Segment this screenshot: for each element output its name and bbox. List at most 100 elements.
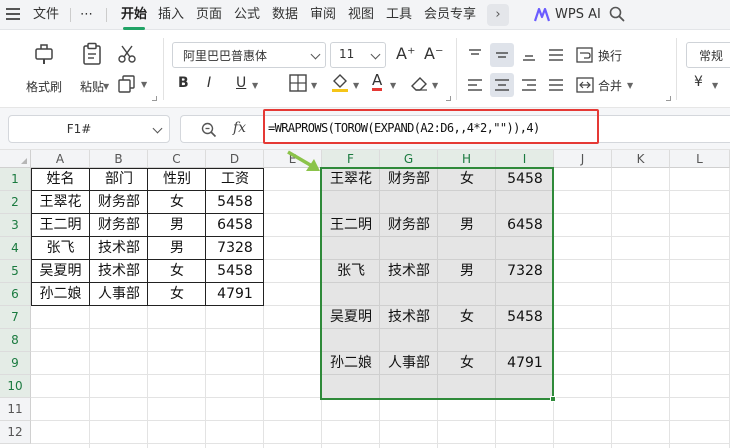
column-header-b[interactable]: B	[90, 150, 148, 168]
column-header-g[interactable]: G	[380, 150, 438, 168]
header-cell[interactable]: 性别	[148, 168, 206, 191]
zoom-search-icon[interactable]	[201, 122, 217, 138]
spill-cell[interactable]: 技术部	[380, 260, 438, 283]
align-top-icon[interactable]	[465, 45, 485, 65]
fill-color-dropdown-icon[interactable]: ▼	[353, 81, 359, 90]
fill-handle[interactable]	[550, 396, 556, 402]
table-cell[interactable]: 技术部	[90, 260, 148, 283]
currency-format-button[interactable]: ¥	[694, 74, 703, 90]
copy-dropdown-icon[interactable]: ▼	[141, 80, 147, 89]
spill-cell[interactable]: 王翠花	[322, 168, 380, 191]
column-header-f[interactable]: F	[322, 150, 380, 168]
spill-cell[interactable]: 4791	[496, 352, 554, 375]
table-cell[interactable]: 男	[148, 237, 206, 260]
table-cell[interactable]: 孙二娘	[31, 283, 90, 306]
clear-dropdown-icon[interactable]: ▼	[432, 81, 438, 90]
wps-ai-button[interactable]: WPS AI	[555, 6, 601, 24]
table-cell[interactable]: 7328	[206, 237, 264, 260]
font-name-select[interactable]: 阿里巴巴普惠体	[172, 42, 326, 68]
align-right-icon[interactable]	[519, 75, 539, 95]
table-cell[interactable]: 技术部	[90, 237, 148, 260]
paste-button[interactable]: 粘贴 ▼	[72, 34, 112, 96]
search-icon[interactable]	[609, 6, 625, 22]
align-middle-icon[interactable]	[492, 45, 512, 65]
column-header-i[interactable]: I	[496, 150, 554, 168]
table-cell[interactable]: 人事部	[90, 283, 148, 306]
column-header-d[interactable]: D	[206, 150, 264, 168]
font-color-dropdown-icon[interactable]: ▼	[390, 81, 396, 90]
tab-review[interactable]: 审阅	[310, 6, 336, 24]
chevron-down-icon[interactable]	[152, 123, 163, 134]
tab-insert[interactable]: 插入	[158, 6, 184, 24]
font-color-button[interactable]: A	[372, 72, 383, 91]
row-header-6[interactable]: 6	[0, 283, 31, 306]
table-cell[interactable]: 财务部	[90, 214, 148, 237]
currency-dropdown-icon[interactable]: ▼	[712, 81, 718, 90]
table-cell[interactable]: 5458	[206, 191, 264, 214]
clear-eraser-icon[interactable]	[409, 73, 429, 93]
spill-cell[interactable]: 女	[438, 352, 496, 375]
tab-formula[interactable]: 公式	[234, 6, 260, 24]
column-header-k[interactable]: K	[612, 150, 670, 168]
table-cell[interactable]: 4791	[206, 283, 264, 306]
distribute-icon[interactable]	[546, 75, 566, 95]
table-cell[interactable]: 财务部	[90, 191, 148, 214]
tab-page[interactable]: 页面	[196, 6, 222, 24]
header-cell[interactable]: 姓名	[31, 168, 90, 191]
copy-icon[interactable]	[117, 74, 137, 94]
spreadsheet-grid[interactable]: ABCDEFGHIJKL 1 2 3 4 5 6 7 8 9 10 11 12 姓名 部门 性别 工资 王翠花…	[0, 150, 730, 448]
spill-cell[interactable]: 财务部	[380, 214, 438, 237]
spill-cell[interactable]: 技术部	[380, 306, 438, 329]
underline-dropdown-icon[interactable]: ▼	[252, 81, 258, 90]
tab-home[interactable]: 开始	[121, 6, 147, 30]
merge-dropdown-icon[interactable]: ▼	[627, 81, 633, 90]
align-bottom-icon[interactable]	[519, 45, 539, 65]
table-cell[interactable]: 女	[148, 283, 206, 306]
cut-scissors-icon[interactable]	[117, 44, 137, 64]
spill-cell[interactable]: 孙二娘	[322, 352, 380, 375]
column-header-l[interactable]: L	[670, 150, 730, 168]
row-header-12[interactable]: 12	[0, 421, 31, 444]
file-menu[interactable]: 文件	[33, 6, 59, 24]
italic-button[interactable]: I	[207, 75, 211, 91]
column-header-h[interactable]: H	[438, 150, 496, 168]
select-all-corner[interactable]	[0, 150, 31, 168]
table-cell[interactable]: 5458	[206, 260, 264, 283]
clipboard-group-launcher-icon[interactable]	[152, 96, 157, 101]
name-box[interactable]: F1#	[8, 115, 170, 143]
header-cell[interactable]: 工资	[206, 168, 264, 191]
row-header-11[interactable]: 11	[0, 398, 31, 421]
row-header-7[interactable]: 7	[0, 306, 31, 329]
merge-button[interactable]: 合并	[598, 77, 622, 94]
table-cell[interactable]: 女	[148, 191, 206, 214]
spill-cell[interactable]: 女	[438, 168, 496, 191]
spill-cell[interactable]: 王二明	[322, 214, 380, 237]
column-header-c[interactable]: C	[148, 150, 206, 168]
spill-cell[interactable]: 人事部	[380, 352, 438, 375]
merge-cells-icon[interactable]	[575, 75, 595, 95]
hamburger-menu-icon[interactable]	[6, 8, 20, 20]
wrap-text-button[interactable]: 换行	[598, 47, 622, 64]
align-left-icon[interactable]	[465, 75, 485, 95]
table-cell[interactable]: 女	[148, 260, 206, 283]
row-header-8[interactable]: 8	[0, 329, 31, 352]
alignment-group-launcher-icon[interactable]	[666, 96, 671, 101]
row-header-9[interactable]: 9	[0, 352, 31, 375]
spill-cell[interactable]: 财务部	[380, 168, 438, 191]
number-format-select[interactable]: 常规	[686, 42, 730, 68]
paste-dropdown-icon[interactable]: ▼	[103, 82, 109, 91]
table-cell[interactable]: 王翠花	[31, 191, 90, 214]
font-size-select[interactable]: 11	[330, 42, 386, 68]
row-header-1[interactable]: 1	[0, 168, 31, 191]
insert-function-fx-button[interactable]: fx	[233, 120, 246, 136]
column-header-j[interactable]: J	[554, 150, 612, 168]
spill-cell[interactable]: 女	[438, 306, 496, 329]
borders-icon[interactable]	[288, 73, 308, 93]
spill-cell[interactable]: 6458	[496, 214, 554, 237]
more-tabs-chevron-icon[interactable]: ›	[487, 4, 509, 26]
table-cell[interactable]: 张飞	[31, 237, 90, 260]
header-cell[interactable]: 部门	[90, 168, 148, 191]
spill-cell[interactable]: 7328	[496, 260, 554, 283]
row-header-2[interactable]: 2	[0, 191, 31, 214]
spill-cell[interactable]: 张飞	[322, 260, 380, 283]
